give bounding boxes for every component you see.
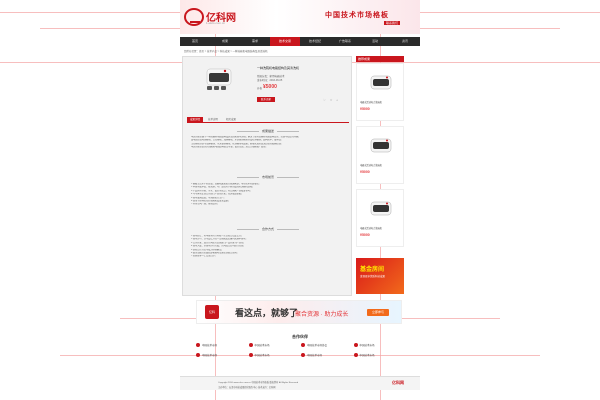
partner-name: 中国技术市场协会: [307, 344, 328, 347]
partner-logo-icon: [301, 353, 305, 357]
product-thumbnail: [370, 75, 392, 90]
banner-logo-icon: 亿科: [205, 305, 219, 319]
partner-name: 中国技术市场: [307, 354, 323, 357]
product-date: 发布时间：2016-06-05: [257, 79, 283, 82]
partner-link[interactable]: 中国技术市场: [196, 343, 249, 347]
action-icons: ♡ ☆ ⌂: [323, 98, 338, 102]
section-line: 本实用新型提供的洗碗机电路结构稳定可靠，安全性高，适合大规模推广使用。: [191, 146, 268, 149]
partner-logo-icon: [196, 353, 200, 357]
partner-logo-icon: [353, 343, 358, 347]
partners-title: 合作伙伴: [292, 334, 308, 339]
partner-name: 中国技术市场: [359, 354, 375, 357]
partners-grid: 中国技术市场 中国技术市场 中国技术市场协会 中国技术市场 中国技术市场 中国技…: [196, 343, 406, 357]
banner-headline: 看这点，就够了: [235, 308, 299, 318]
section-title: 成果描述: [183, 129, 353, 133]
partner-link[interactable]: 中国技术市场: [248, 343, 302, 347]
promo-banner[interactable]: 基金房间 发现更多优质科技成果: [356, 258, 404, 294]
site-logo[interactable]: 亿科网 1.ekcs.com.cn: [184, 8, 244, 28]
product-detail-panel: 一种洗碗机电路结构及其清洗机 所属分类：家用电器技术 发布时间：2016-06-…: [182, 56, 352, 296]
product-thumbnail: [370, 138, 392, 153]
sidebar-product-title: 电器式活动电力洗碗机: [360, 102, 382, 104]
promo-title: 基金房间: [360, 267, 385, 273]
partner-link[interactable]: 中国技术市场协会: [301, 343, 354, 347]
section-line: 7.市场空间广阔，前景良好。: [191, 203, 220, 206]
sidebar-product-card[interactable]: 电器式活动电力洗碗机 ¥5000: [356, 189, 404, 247]
partner-name: 中国技术市场: [254, 344, 270, 347]
page: 亿科网 1.ekcs.com.cn 中国技术市场格板 联系我们 首页 成果 需求…: [0, 0, 600, 400]
partner-link[interactable]: 中国技术市场: [353, 343, 407, 347]
banner-cta-button[interactable]: 立即参与: [367, 309, 389, 316]
price-label: 价格: [257, 87, 263, 90]
tab-specs[interactable]: 技术说明: [205, 117, 221, 122]
banner-tagline: 聚合资源 · 助力成长: [295, 312, 349, 318]
section-body: 1.随着生活水平的提高，洗碗机逐渐进入普通家庭，市场需求持续增长。 2.本技术成…: [191, 183, 345, 207]
tab-related[interactable]: 相关成果: [223, 117, 239, 122]
partner-name: 中国技术市场: [202, 354, 218, 357]
site-footer: Copyright 2016 www.ekcs.com.cn 中国技术市场格板 …: [180, 376, 420, 390]
product-image: [206, 68, 232, 90]
partner-link[interactable]: 中国技术市场: [196, 353, 249, 357]
nav-item[interactable]: 资讯: [390, 37, 420, 46]
footer-logo: 亿科网: [392, 380, 404, 385]
product-title: 一种洗碗机电路结构及其清洗机: [257, 66, 300, 70]
partner-name: 中国技术市场: [254, 354, 270, 357]
breadcrumb: 您所在位置：首页 > 技术产品 > 科技成果 > 一种洗碗机电路结构及其清洗机: [184, 50, 268, 53]
star-icon[interactable]: ☆: [330, 98, 333, 102]
copyright-text: Copyright 2016 www.ekcs.com.cn 中国技术市场格板 …: [218, 382, 299, 384]
footer-info: 主办单位：天津市科技成果转化服务中心 技术支持：亿科网: [218, 387, 276, 389]
sidebar-product-title: 电器式活动电力洗碗机: [360, 165, 382, 167]
nav-item[interactable]: 首页: [180, 37, 210, 46]
section-body: 1.技术转让：将本技术的专利权一次性转让给受让方。 2.技术许可：许可受让方在一…: [191, 235, 345, 259]
nav-item[interactable]: 广告联系: [330, 37, 360, 46]
partner-name: 中国技术市场: [359, 344, 375, 347]
product-thumbnail: [370, 201, 392, 216]
nav-item[interactable]: 技术经纪: [300, 37, 330, 46]
sidebar-product-price: ¥5000: [360, 107, 370, 111]
sidebar-heading: 推荐成果: [356, 56, 404, 62]
nav-item-active[interactable]: 技术交易: [270, 37, 300, 46]
detail-tabs: 成果详情 技术说明 相关成果: [187, 117, 349, 123]
site-slogan: 中国技术市场格板: [325, 10, 389, 19]
section-line: 7.欢迎各界人士洽谈合作。: [191, 255, 217, 258]
partner-name: 中国技术市场: [202, 344, 218, 347]
partner-logo-icon: [353, 353, 358, 357]
partner-logo-icon: [248, 353, 253, 357]
contact-seller-button[interactable]: 联系卖家: [257, 97, 275, 102]
ad-banner[interactable]: 亿科 看这点，就够了 聚合资源 · 助力成长 立即参与: [196, 300, 402, 324]
main-nav: 首页 成果 需求 技术交易 技术经纪 广告联系 活动 资讯: [180, 37, 420, 46]
section-title: 市场前景: [183, 175, 353, 179]
nav-item[interactable]: 成果: [210, 37, 240, 46]
nav-item[interactable]: 活动: [360, 37, 390, 46]
partner-link[interactable]: 中国技术市场: [248, 353, 302, 357]
tab-details[interactable]: 成果详情: [187, 117, 204, 122]
partner-logo-icon: [301, 343, 305, 347]
sidebar-product-card[interactable]: 电器式活动电力洗碗机 ¥5000: [356, 126, 404, 184]
partner-logo-icon: [196, 343, 200, 347]
logo-icon: [184, 8, 204, 26]
partner-link[interactable]: 中国技术市场: [301, 353, 354, 357]
sidebar-product-title: 电器式活动电力洗碗机: [360, 228, 382, 230]
nav-item[interactable]: 需求: [240, 37, 270, 46]
favorite-icon[interactable]: ♡: [323, 98, 326, 102]
section-title: 合作方式: [183, 227, 353, 231]
promo-subtitle: 发现更多优质科技成果: [360, 275, 386, 278]
contact-link[interactable]: 联系我们: [384, 21, 401, 25]
sidebar-product-price: ¥5000: [360, 233, 370, 237]
sidebar: 推荐成果: [356, 56, 404, 62]
partner-link[interactable]: 中国技术市场: [353, 353, 407, 357]
sidebar-product-price: ¥5000: [360, 170, 370, 174]
logo-url: 1.ekcs.com.cn: [206, 21, 226, 25]
sidebar-product-card[interactable]: 电器式活动电力洗碗机 ¥5000: [356, 63, 404, 121]
partner-logo-icon: [248, 343, 253, 347]
home-icon[interactable]: ⌂: [336, 98, 338, 102]
section-body: 本实用新型属于一种洗碗机电路结构及其清洗机技术领域，解决了现有洗碗机电路结构复杂…: [191, 136, 345, 150]
product-price: ¥5000: [263, 84, 277, 90]
